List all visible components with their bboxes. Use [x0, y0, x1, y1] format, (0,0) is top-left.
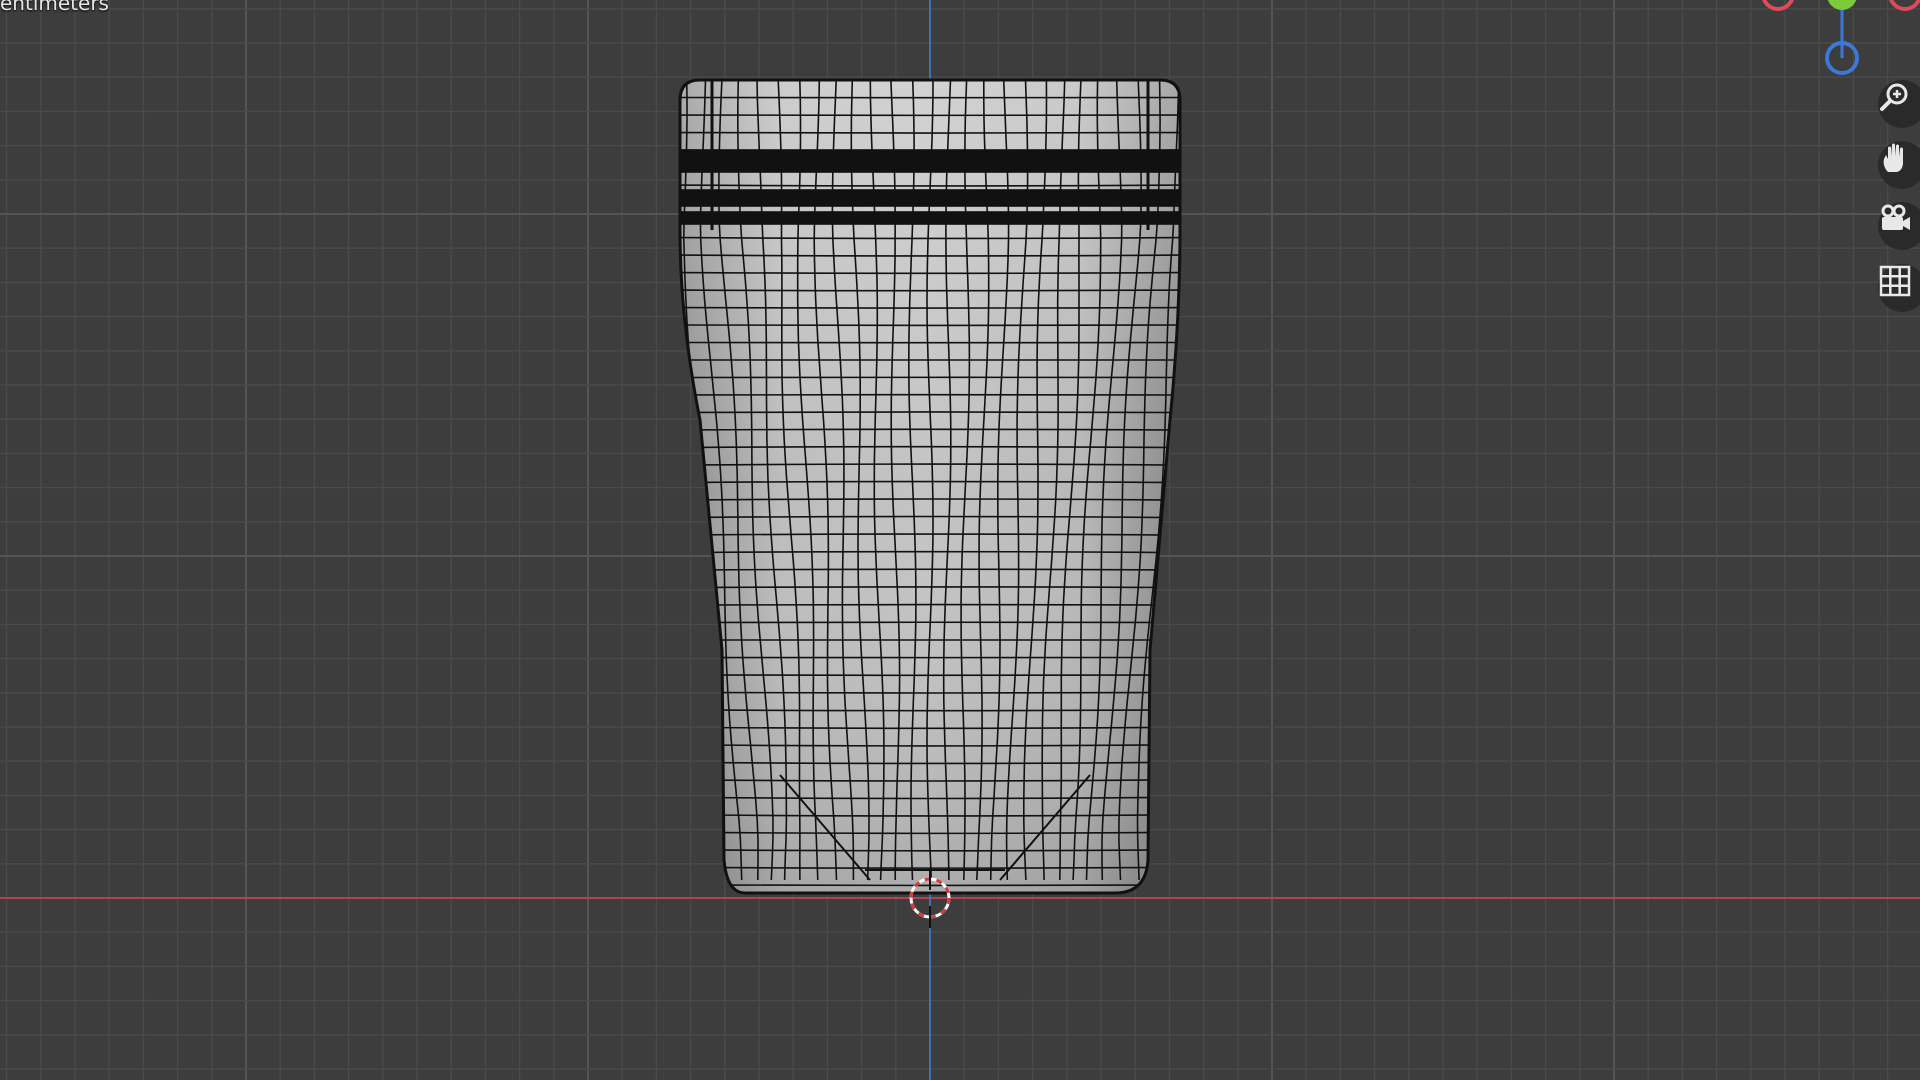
unit-label: entimeters: [0, 0, 109, 15]
pan-hand-icon: [1883, 143, 1903, 172]
camera-view-button[interactable]: [1878, 202, 1920, 250]
zipper-band: [680, 211, 1180, 225]
mesh-object[interactable]: [0, 0, 1920, 1080]
zipper-band: [680, 189, 1180, 207]
grid-view-icon: [1879, 265, 1911, 297]
zipper-band: [680, 149, 1180, 173]
pan-button[interactable]: [1878, 141, 1920, 189]
camera-icon: [1881, 204, 1910, 230]
zoom-button[interactable]: [1878, 80, 1920, 128]
3d-viewport[interactable]: entimeters: [0, 0, 1920, 1080]
zoom-icon: [1880, 83, 1908, 111]
grid-view-button[interactable]: [1878, 264, 1920, 312]
